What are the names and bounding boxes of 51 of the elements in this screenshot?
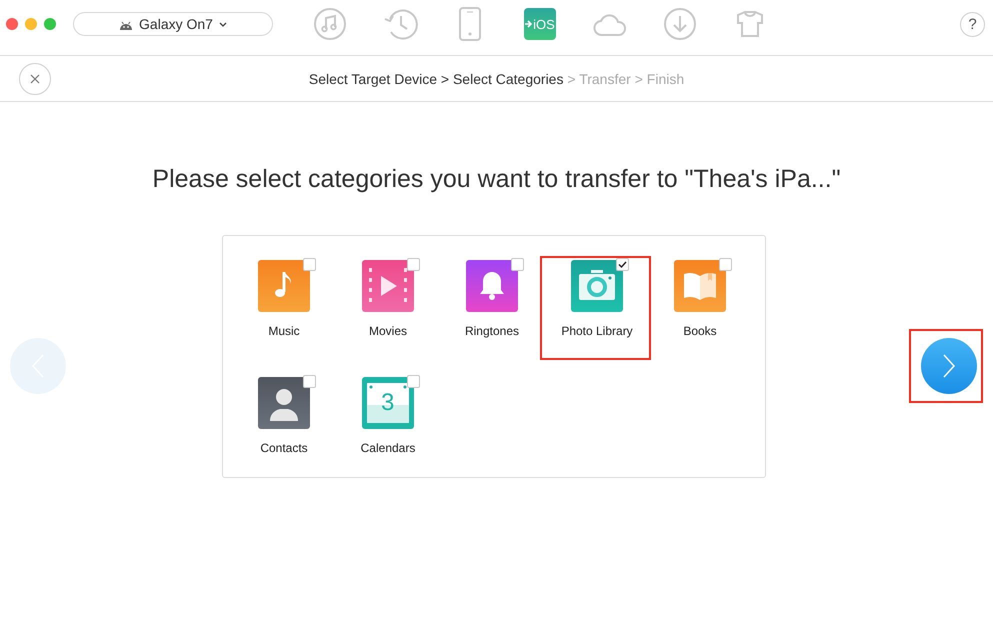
category-label: Contacts xyxy=(260,441,308,455)
category-label: Photo Library xyxy=(561,324,633,338)
breadcrumb-step: Select Target Device xyxy=(308,70,437,86)
minimize-window-button[interactable] xyxy=(25,18,37,30)
zoom-window-button[interactable] xyxy=(44,18,56,30)
category-item[interactable]: Photo Library xyxy=(540,256,651,360)
checkbox[interactable] xyxy=(719,258,732,271)
film-icon xyxy=(362,260,414,312)
category-item[interactable]: Movies xyxy=(336,256,440,360)
category-label: Books xyxy=(683,324,717,338)
breadcrumb-separator: > xyxy=(567,70,576,86)
category-item[interactable]: Books xyxy=(648,256,752,360)
category-item[interactable]: Music xyxy=(232,256,336,360)
close-window-button[interactable] xyxy=(6,18,18,30)
music-note-icon xyxy=(313,7,347,41)
person-icon xyxy=(258,377,310,429)
breadcrumb-step: Finish xyxy=(646,70,684,86)
checkbox[interactable] xyxy=(616,258,629,271)
help-button[interactable]: ? xyxy=(960,12,985,36)
category-label: Ringtones xyxy=(464,324,520,338)
t-shirt-icon xyxy=(736,10,764,38)
calendar-day: 3 xyxy=(381,391,394,415)
checkbox[interactable] xyxy=(303,375,316,388)
chevron-down-icon xyxy=(218,22,227,26)
phone-icon xyxy=(459,7,481,41)
bell-icon xyxy=(466,260,518,312)
camera-icon xyxy=(571,260,623,312)
breadcrumb-separator: > xyxy=(440,70,450,86)
heading: Please select categories you want to transfer to "Thea's iPa..." xyxy=(151,164,842,195)
breadcrumb-separator: > xyxy=(634,70,643,86)
close-button[interactable] xyxy=(19,62,51,94)
checkbox[interactable] xyxy=(407,258,420,271)
breadcrumb-step: Transfer xyxy=(579,70,631,86)
download-icon xyxy=(663,7,697,41)
category-item[interactable]: Contacts xyxy=(232,373,336,477)
chevron-right-icon xyxy=(943,354,955,378)
breadcrumb-step: Select Categories xyxy=(452,70,564,86)
book-icon xyxy=(674,260,726,312)
close-icon xyxy=(30,74,40,84)
checkbox[interactable] xyxy=(511,258,524,271)
history-icon xyxy=(382,7,418,41)
checkbox[interactable] xyxy=(303,258,316,271)
arrow-icon xyxy=(525,19,534,29)
calendar-icon xyxy=(362,377,414,429)
category-label: Movies xyxy=(368,324,407,338)
category-item[interactable]: 3 Calendars xyxy=(336,373,440,477)
checkbox[interactable] xyxy=(407,375,420,388)
device-selector[interactable]: Galaxy On7 xyxy=(73,12,273,36)
category-label: Calendars xyxy=(360,441,416,455)
category-label: Music xyxy=(268,324,300,338)
music-note-icon xyxy=(258,260,310,312)
